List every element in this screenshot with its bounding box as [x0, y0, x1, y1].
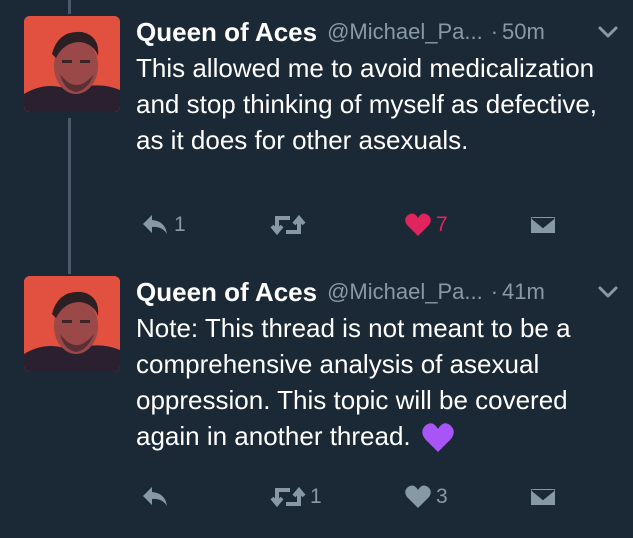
like-count: 7	[436, 213, 448, 236]
direct-message-button[interactable]	[528, 484, 558, 510]
separator-dot: ·	[490, 19, 499, 44]
author-name[interactable]: Queen of Aces	[136, 277, 317, 308]
retweet-icon	[270, 214, 306, 236]
avatar-image	[24, 16, 120, 112]
retweet-icon	[270, 486, 306, 508]
like-button[interactable]: 3	[404, 484, 448, 510]
tweet-text-content: Note: This thread is not meant to be a c…	[136, 313, 571, 451]
avatar-image	[24, 276, 120, 372]
timestamp[interactable]: 50m	[502, 19, 545, 45]
tweet-text: This allowed me to avoid medicalization …	[136, 53, 598, 155]
direct-message-button[interactable]	[528, 212, 558, 238]
reply-button[interactable]	[140, 484, 174, 510]
tweet[interactable]: Queen of Aces @Michael_Pa... · 50m This …	[0, 14, 633, 262]
timestamp[interactable]: 41m	[502, 279, 545, 305]
like-icon	[405, 485, 431, 508]
purple-heart-icon	[421, 423, 454, 453]
author-handle[interactable]: @Michael_Pa...	[327, 19, 483, 45]
reply-icon	[143, 487, 167, 506]
retweet-button[interactable]	[270, 212, 310, 238]
tweet-header: Queen of Aces @Michael_Pa... · 50m	[136, 14, 545, 50]
avatar[interactable]	[24, 16, 120, 112]
thread-line-top	[68, 0, 71, 14]
chevron-down-icon[interactable]	[596, 22, 620, 42]
separator-dot: ·	[490, 279, 499, 304]
author-name[interactable]: Queen of Aces	[136, 17, 317, 48]
tweet-actions: 1 7	[0, 212, 633, 252]
tweet-text: Note: This thread is not meant to be a c…	[136, 310, 621, 454]
reply-icon	[143, 215, 167, 234]
tweet-actions: 1 3	[0, 484, 633, 524]
like-button[interactable]: 7	[404, 212, 448, 238]
author-handle[interactable]: @Michael_Pa...	[327, 279, 483, 305]
tweet[interactable]: Queen of Aces @Michael_Pa... · 41m Note:…	[0, 274, 633, 538]
reply-button[interactable]: 1	[140, 212, 186, 238]
avatar[interactable]	[24, 276, 120, 372]
retweet-button[interactable]: 1	[270, 484, 322, 510]
retweet-count: 1	[310, 485, 322, 508]
like-count: 3	[436, 485, 448, 508]
direct-message-icon	[529, 487, 557, 507]
direct-message-icon	[529, 215, 557, 235]
reply-count: 1	[174, 213, 186, 236]
like-icon	[405, 213, 431, 236]
chevron-down-icon[interactable]	[596, 282, 620, 302]
tweet-header: Queen of Aces @Michael_Pa... · 41m	[136, 274, 545, 310]
